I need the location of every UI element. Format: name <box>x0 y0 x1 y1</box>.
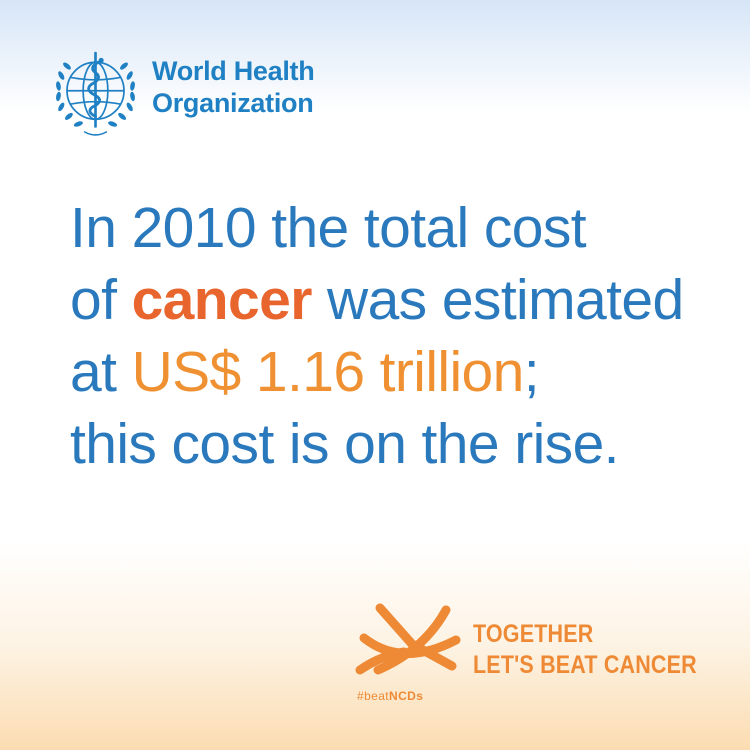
headline-line3: at US$ 1.16 trillion; <box>70 336 730 408</box>
headline-line2: of cancer was estimated <box>70 264 730 336</box>
headline: In 2010 the total cost of cancer was est… <box>70 192 730 480</box>
organization-name-line2: Organization <box>152 88 314 118</box>
headline-line4: this cost is on the rise. <box>70 412 620 476</box>
headline-line3-prefix: at <box>70 340 132 404</box>
tagline-line2: LET'S BEAT CANCER <box>473 651 697 679</box>
hashtag-prefix: #beat <box>357 689 390 703</box>
infographic-canvas: World Health Organization In 2010 the to… <box>0 0 750 750</box>
hashtag-bold: NCDs <box>389 689 424 703</box>
organization-name: World Health Organization <box>152 55 315 119</box>
campaign-tagline: TOGETHER LET'S BEAT CANCER <box>473 619 733 681</box>
headline-line3-suffix: ; <box>523 340 540 404</box>
beat-ncds-ribbon-icon <box>355 603 461 675</box>
hashtag-label: #beatNCDs <box>357 689 423 703</box>
headline-amount-highlight: US$ 1.16 trillion <box>131 340 525 404</box>
tagline-line1: TOGETHER <box>473 620 594 648</box>
headline-cancer-highlight: cancer <box>131 268 313 332</box>
headline-line2-suffix: was estimated <box>311 268 684 332</box>
headline-line1: In 2010 the total cost <box>70 196 587 260</box>
headline-line2-prefix: of <box>70 268 132 332</box>
organization-name-line1: World Health <box>152 56 315 86</box>
who-emblem-icon <box>56 51 135 136</box>
